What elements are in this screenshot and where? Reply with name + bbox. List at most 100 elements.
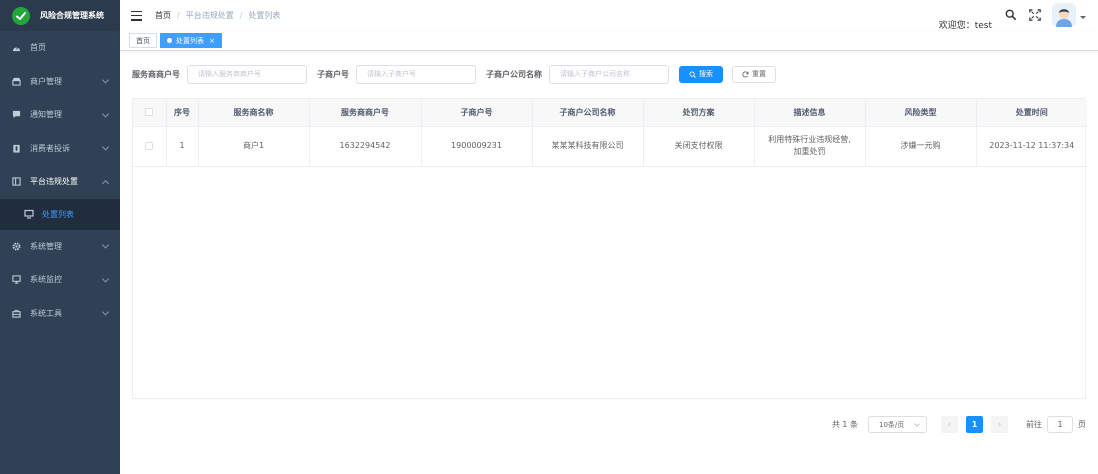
caret-down-icon[interactable] <box>1080 16 1086 19</box>
breadcrumb: 首页 / 平台违规处置 / 处置列表 <box>155 10 280 21</box>
message-icon <box>11 110 21 120</box>
navbar-right: 欢迎您：test <box>939 0 1098 31</box>
next-page-button[interactable]: › <box>991 416 1008 433</box>
sidebar-item-complaint[interactable]: 消费者投诉 <box>0 132 120 166</box>
refresh-icon <box>742 70 749 77</box>
table-row[interactable]: 1 商户1 1632294542 1900009231 某某某科技有限公司 关闭… <box>133 126 1087 167</box>
chevron-down-icon <box>101 308 110 316</box>
store-icon <box>11 76 21 86</box>
tag-home[interactable]: 首页 <box>129 33 157 48</box>
chevron-down-icon <box>914 421 920 427</box>
tag-label: 处置列表 <box>176 36 204 45</box>
row-checkbox[interactable] <box>145 141 154 150</box>
chevron-up-icon <box>101 179 110 187</box>
prev-page-button[interactable]: ‹ <box>941 416 958 433</box>
reset-button-label: 重置 <box>752 70 766 78</box>
sub-no-input[interactable]: 请输入子商户号 <box>356 64 476 84</box>
sidebar-item-label: 系统工具 <box>30 308 62 318</box>
select-all-header[interactable] <box>133 99 167 127</box>
cell-provider-no: 1632294542 <box>309 126 422 167</box>
breadcrumb-violation: 平台违规处置 <box>185 11 234 20</box>
tags-view: 首页 处置列表 × <box>120 31 1098 51</box>
chevron-down-icon <box>101 241 110 249</box>
sidebar-item-label: 系统管理 <box>30 241 62 251</box>
active-dot-icon <box>167 38 172 43</box>
sidebar-item-label: 平台违规处置 <box>30 177 78 187</box>
column-header: 服务商名称 <box>198 99 310 127</box>
select-all-checkbox[interactable] <box>145 108 154 117</box>
column-header: 风险类型 <box>865 99 977 127</box>
sidebar-item-label: 首页 <box>30 43 46 53</box>
sidebar-item-monitor[interactable]: 系统监控 <box>0 263 120 297</box>
fullscreen-icon[interactable] <box>1028 8 1042 22</box>
chevron-down-icon <box>101 143 110 151</box>
main-area: 首页 / 平台违规处置 / 处置列表 欢迎您：test 首页 处置列表 × 服务… <box>120 0 1098 474</box>
column-header: 子商户号 <box>421 99 533 127</box>
chevron-down-icon <box>101 275 110 283</box>
table-header-row: 序号 服务商名称 服务商商户号 子商户号 子商户公司名称 处罚方案 描述信息 风… <box>133 99 1087 127</box>
sidebar-item-label: 系统监控 <box>30 275 62 285</box>
search-button-label: 搜索 <box>699 70 713 78</box>
data-table: 序号 服务商名称 服务商商户号 子商户号 子商户公司名称 处罚方案 描述信息 风… <box>132 98 1087 399</box>
column-header: 子商户公司名称 <box>532 99 644 127</box>
avatar[interactable] <box>1052 2 1076 27</box>
columns-icon <box>11 177 21 187</box>
search-icon[interactable] <box>1004 8 1018 22</box>
gear-icon <box>11 241 21 251</box>
cell-sub-no: 1900009231 <box>421 126 533 167</box>
description-line: 利用特殊行业违规经营, <box>768 135 851 144</box>
sidebar-menu: 首页 商户管理 通知管理 消费者投诉 平台违规处置 处置列表 系统管理 系统监控… <box>0 31 120 330</box>
sidebar: 风险合规管理系统 首页 商户管理 通知管理 消费者投诉 平台违规处置 处置列表 … <box>0 0 120 474</box>
sidebar-item-disposal-list[interactable]: 处置列表 <box>0 198 120 230</box>
search-icon <box>689 70 696 78</box>
chevron-down-icon <box>101 76 110 84</box>
goto-page-input[interactable]: 1 <box>1047 416 1073 433</box>
column-header: 处置时间 <box>976 99 1087 127</box>
welcome-text: 欢迎您：test <box>938 21 992 31</box>
provider-no-input[interactable]: 请输入服务商商户号 <box>187 64 307 84</box>
sidebar-item-violation[interactable]: 平台违规处置 <box>0 165 120 199</box>
cell-penalty: 关闭支付权限 <box>643 126 755 167</box>
logo-icon <box>12 6 30 25</box>
sub-company-input[interactable]: 请输入子商户公司名称 <box>549 64 669 84</box>
sub-no-label: 子商户号 <box>317 69 349 79</box>
breadcrumb-home[interactable]: 首页 <box>155 10 171 21</box>
cell-index: 1 <box>166 126 199 167</box>
sidebar-item-merchant[interactable]: 商户管理 <box>0 65 120 99</box>
description-line: 加重处罚 <box>793 147 826 156</box>
close-icon[interactable]: × <box>209 37 215 45</box>
page-size-select[interactable]: 10条/页 <box>868 416 927 433</box>
row-select-cell[interactable] <box>133 126 167 167</box>
chevron-down-icon <box>101 110 110 118</box>
sidebar-item-tools[interactable]: 系统工具 <box>0 297 120 331</box>
hamburger-icon[interactable] <box>131 10 142 21</box>
reset-button[interactable]: 重置 <box>732 65 776 83</box>
goto-label: 前往 <box>1026 420 1042 429</box>
sidebar-item-label: 商户管理 <box>30 76 62 86</box>
sidebar-item-home[interactable]: 首页 <box>0 31 120 65</box>
column-header: 处罚方案 <box>643 99 755 127</box>
provider-no-label: 服务商商户号 <box>132 69 180 79</box>
clipboard-icon <box>11 143 21 153</box>
search-form: 服务商商户号 请输入服务商商户号 子商户号 请输入子商户号 子商户公司名称 请输… <box>132 64 785 84</box>
sub-company-label: 子商户公司名称 <box>486 69 542 79</box>
breadcrumb-current: 处置列表 <box>248 11 281 20</box>
logo[interactable]: 风险合规管理系统 <box>0 0 120 31</box>
page-size-value: 10条/页 <box>879 420 905 429</box>
column-header: 服务商商户号 <box>309 99 422 127</box>
cell-provider-name: 商户1 <box>198 126 310 167</box>
monitor-icon <box>11 275 21 285</box>
toolbox-icon <box>11 308 21 318</box>
sidebar-item-notice[interactable]: 通知管理 <box>0 98 120 132</box>
pagination: 共 1 条 10条/页 ‹ 1 › 前往 1 页 <box>832 416 1086 433</box>
sidebar-item-label: 通知管理 <box>30 110 62 120</box>
page-number-current[interactable]: 1 <box>966 416 983 433</box>
search-button[interactable]: 搜索 <box>679 65 723 83</box>
tag-disposal-list[interactable]: 处置列表 × <box>160 33 222 48</box>
cell-time: 2023-11-12 11:37:34 <box>976 126 1087 167</box>
navbar: 首页 / 平台违规处置 / 处置列表 欢迎您：test <box>120 0 1098 31</box>
monitor-icon <box>24 209 34 219</box>
sidebar-item-system[interactable]: 系统管理 <box>0 230 120 264</box>
sidebar-item-label: 处置列表 <box>42 209 74 219</box>
breadcrumb-separator: / <box>177 11 180 20</box>
